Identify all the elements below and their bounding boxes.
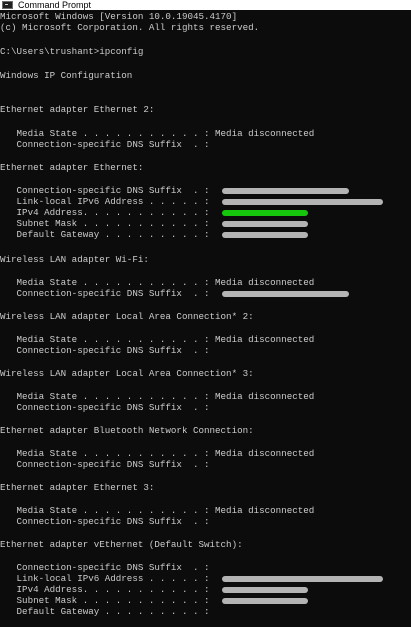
redacted-value [222, 598, 308, 604]
redacted-value [222, 232, 308, 238]
adapter-row: IPv4 Address. . . . . . . . . . . : [0, 584, 210, 595]
adapter-row: Link-local IPv6 Address . . . . . : [0, 573, 210, 584]
command-prompt-line: C:\Users\trushant>ipconfig [0, 46, 144, 57]
redacted-ipv4-highlight [222, 210, 308, 216]
adapter-row: Connection-specific DNS Suffix . : [0, 288, 210, 299]
title-bar[interactable]: Command Prompt [0, 0, 411, 10]
adapter-header: Ethernet adapter vEthernet (Default Swit… [0, 539, 243, 550]
adapter-row: Subnet Mask . . . . . . . . . . . : [0, 218, 210, 229]
adapter-row: Connection-specific DNS Suffix . : [0, 402, 210, 413]
redacted-value [222, 587, 308, 593]
adapter-row: Connection-specific DNS Suffix . : [0, 185, 210, 196]
adapter-row: Media State . . . . . . . . . . . : Medi… [0, 391, 315, 402]
redacted-value [222, 188, 349, 194]
adapter-row: Media State . . . . . . . . . . . : Medi… [0, 277, 315, 288]
adapter-header: Ethernet adapter Ethernet: [0, 162, 144, 173]
command-prompt-window: Command Prompt Microsoft Windows [Versio… [0, 0, 411, 627]
adapter-row: Connection-specific DNS Suffix . : [0, 459, 210, 470]
adapter-header: Wireless LAN adapter Local Area Connecti… [0, 368, 254, 379]
adapter-row: Connection-specific DNS Suffix . : [0, 139, 210, 150]
redacted-value [222, 291, 349, 297]
adapter-header: Ethernet adapter Ethernet 2: [0, 104, 155, 115]
command-prompt-icon [2, 1, 13, 9]
output-heading: Windows IP Configuration [0, 70, 133, 81]
adapter-row: Default Gateway . . . . . . . . . : [0, 606, 210, 617]
adapter-header: Wireless LAN adapter Wi-Fi: [0, 254, 149, 265]
adapter-header: Ethernet adapter Ethernet 3: [0, 482, 155, 493]
window-title: Command Prompt [18, 0, 92, 10]
adapter-row: Media State . . . . . . . . . . . : Medi… [0, 448, 315, 459]
banner-version-line: Microsoft Windows [Version 10.0.19045.41… [0, 11, 238, 22]
redacted-value [222, 576, 383, 582]
adapter-row: Connection-specific DNS Suffix . : [0, 516, 210, 527]
adapter-row: Default Gateway . . . . . . . . . : [0, 229, 210, 240]
adapter-row: Media State . . . . . . . . . . . : Medi… [0, 334, 315, 345]
adapter-header: Ethernet adapter Bluetooth Network Conne… [0, 425, 254, 436]
adapter-header: Wireless LAN adapter Local Area Connecti… [0, 311, 254, 322]
adapter-row: Subnet Mask . . . . . . . . . . . : [0, 595, 210, 606]
adapter-row: Media State . . . . . . . . . . . : Medi… [0, 128, 315, 139]
adapter-row: Link-local IPv6 Address . . . . . : [0, 196, 210, 207]
console-output[interactable]: Microsoft Windows [Version 10.0.19045.41… [0, 10, 411, 627]
adapter-row: IPv4 Address. . . . . . . . . . . : [0, 207, 210, 218]
adapter-row: Media State . . . . . . . . . . . : Medi… [0, 505, 315, 516]
adapter-row: Connection-specific DNS Suffix . : [0, 345, 210, 356]
adapter-row: Connection-specific DNS Suffix . : [0, 562, 210, 573]
redacted-value [222, 199, 383, 205]
banner-copyright-line: (c) Microsoft Corporation. All rights re… [0, 22, 260, 33]
redacted-value [222, 221, 308, 227]
